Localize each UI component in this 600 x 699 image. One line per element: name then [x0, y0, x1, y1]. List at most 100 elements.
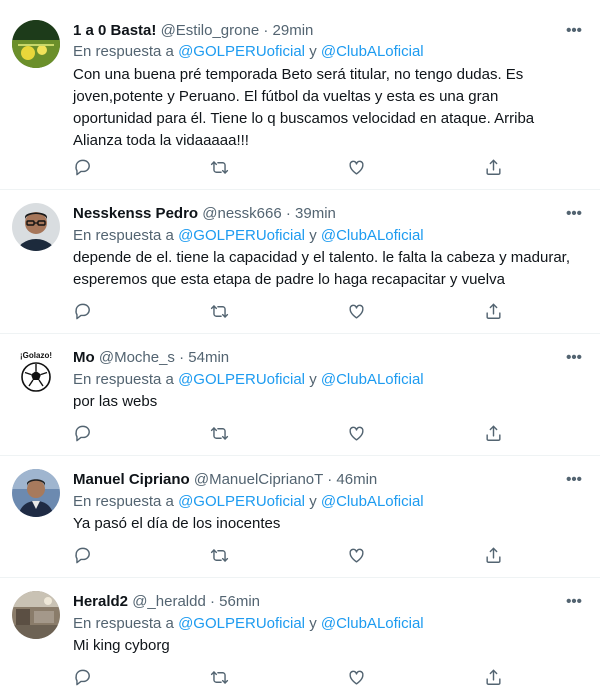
tweet-text: Ya pasó el día de los inocentes	[73, 513, 588, 535]
handle[interactable]: @ManuelCiprianoT	[194, 471, 323, 488]
like-icon[interactable]	[346, 667, 368, 689]
man-glasses-avatar-icon	[12, 203, 60, 251]
reply-conjunction: y	[309, 227, 317, 244]
mention-link[interactable]: @GOLPERUoficial	[178, 227, 305, 244]
share-icon[interactable]	[483, 423, 505, 445]
separator: ·	[327, 471, 333, 488]
mention-link[interactable]: @ClubALoficial	[321, 43, 424, 60]
separator: ·	[285, 205, 291, 222]
avatar-caption: ¡Golazo!	[20, 351, 52, 360]
share-icon[interactable]	[483, 667, 505, 689]
reply-icon[interactable]	[72, 423, 94, 445]
separator: ·	[263, 22, 269, 39]
avatar[interactable]	[12, 469, 60, 517]
reply-conjunction: y	[309, 43, 317, 60]
avatar[interactable]	[12, 203, 60, 251]
retweet-icon[interactable]	[209, 157, 231, 179]
share-icon[interactable]	[483, 545, 505, 567]
share-icon[interactable]	[483, 157, 505, 179]
reply-conjunction: y	[309, 615, 317, 632]
mention-link[interactable]: @ClubALoficial	[321, 493, 424, 510]
mention-link[interactable]: @ClubALoficial	[321, 227, 424, 244]
reply-prefix: En respuesta a	[73, 227, 174, 244]
mention-link[interactable]: @GOLPERUoficial	[178, 43, 305, 60]
tweet[interactable]: Nesskenss Pedro @nessk666 · 39min ••• En…	[0, 190, 600, 334]
more-options-icon[interactable]: •••	[564, 206, 584, 228]
reply-feed: 1 a 0 Basta! @Estilo_grone · 29min ••• E…	[0, 0, 600, 699]
like-icon[interactable]	[346, 545, 368, 567]
share-icon[interactable]	[483, 301, 505, 323]
reply-icon[interactable]	[72, 157, 94, 179]
retweet-icon[interactable]	[209, 423, 231, 445]
tweet-text-line: Alianza toda la vidaaaaa!!!	[73, 132, 249, 149]
mention-link[interactable]: @ClubALoficial	[321, 371, 424, 388]
tweet-text-line: joven,potente y Peruano. El fútbol da vu…	[73, 88, 499, 105]
avatar[interactable]	[12, 20, 60, 68]
tweet-text-line: Con una buena pré temporada Beto será ti…	[73, 66, 524, 83]
mention-link[interactable]: @GOLPERUoficial	[178, 371, 305, 388]
tweet-actions	[70, 301, 510, 323]
display-name[interactable]: 1 a 0 Basta!	[73, 22, 156, 39]
like-icon[interactable]	[346, 157, 368, 179]
man-suit-avatar-icon	[12, 469, 60, 517]
more-options-icon[interactable]: •••	[564, 472, 584, 494]
retweet-icon[interactable]	[209, 667, 231, 689]
separator: ·	[209, 593, 215, 610]
timestamp[interactable]: 56min	[219, 593, 260, 610]
reply-icon[interactable]	[72, 545, 94, 567]
tweet-actions	[70, 667, 510, 689]
separator: ·	[179, 349, 185, 366]
reply-context: En respuesta a @GOLPERUoficial y @ClubAL…	[73, 492, 584, 512]
like-icon[interactable]	[346, 423, 368, 445]
tweet[interactable]: Manuel Cipriano @ManuelCiprianoT · 46min…	[0, 456, 600, 578]
display-name[interactable]: Mo	[73, 349, 95, 366]
more-options-icon[interactable]: •••	[564, 594, 584, 616]
handle[interactable]: @nessk666	[202, 205, 281, 222]
tweet-text: por las webs	[73, 391, 588, 413]
soccer-ball-avatar-icon: ¡Golazo!	[12, 347, 60, 395]
reply-context: En respuesta a @GOLPERUoficial y @ClubAL…	[73, 42, 584, 62]
reply-prefix: En respuesta a	[73, 371, 174, 388]
tweet-text: Con una buena pré temporada Beto será ti…	[73, 64, 588, 152]
tweet-header: Manuel Cipriano @ManuelCiprianoT · 46min	[73, 470, 560, 490]
mention-link[interactable]: @ClubALoficial	[321, 615, 424, 632]
retweet-icon[interactable]	[209, 545, 231, 567]
tweet-text-line: depende de el. tiene la capacidad y el t…	[73, 249, 570, 266]
tweet-text: depende de el. tiene la capacidad y el t…	[73, 247, 588, 291]
timestamp[interactable]: 39min	[295, 205, 336, 222]
handle[interactable]: @Estilo_grone	[161, 22, 260, 39]
avatar[interactable]	[12, 591, 60, 639]
tweet-text-line: por las webs	[73, 393, 158, 410]
like-icon[interactable]	[346, 301, 368, 323]
tweet-header: Nesskenss Pedro @nessk666 · 39min	[73, 204, 560, 224]
reply-prefix: En respuesta a	[73, 493, 174, 510]
reply-icon[interactable]	[72, 301, 94, 323]
reply-context: En respuesta a @GOLPERUoficial y @ClubAL…	[73, 226, 584, 246]
tweet[interactable]: 1 a 0 Basta! @Estilo_grone · 29min ••• E…	[0, 0, 600, 190]
mention-link[interactable]: @GOLPERUoficial	[178, 615, 305, 632]
timestamp[interactable]: 54min	[188, 349, 229, 366]
retweet-icon[interactable]	[209, 301, 231, 323]
reply-conjunction: y	[309, 493, 317, 510]
timestamp[interactable]: 29min	[273, 22, 314, 39]
handle[interactable]: @Moche_s	[99, 349, 175, 366]
tweet[interactable]: Herald2 @_heraldd · 56min ••• En respues…	[0, 578, 600, 699]
mention-link[interactable]: @GOLPERUoficial	[178, 493, 305, 510]
reply-conjunction: y	[309, 371, 317, 388]
tweet-text: Mi king cyborg	[73, 635, 588, 657]
tweet-header: 1 a 0 Basta! @Estilo_grone · 29min	[73, 21, 560, 41]
tweet[interactable]: ¡Golazo! Mo @Moche_s · 54min ••• En resp…	[0, 334, 600, 456]
display-name[interactable]: Nesskenss Pedro	[73, 205, 198, 222]
reply-prefix: En respuesta a	[73, 43, 174, 60]
tweet-header: Herald2 @_heraldd · 56min	[73, 592, 560, 612]
display-name[interactable]: Manuel Cipriano	[73, 471, 190, 488]
reply-context: En respuesta a @GOLPERUoficial y @ClubAL…	[73, 614, 584, 634]
more-options-icon[interactable]: •••	[564, 350, 584, 372]
timestamp[interactable]: 46min	[336, 471, 377, 488]
avatar[interactable]: ¡Golazo!	[12, 347, 60, 395]
tweet-actions	[70, 545, 510, 567]
reply-icon[interactable]	[72, 667, 94, 689]
display-name[interactable]: Herald2	[73, 593, 128, 610]
handle[interactable]: @_heraldd	[132, 593, 206, 610]
tweet-actions	[70, 423, 510, 445]
